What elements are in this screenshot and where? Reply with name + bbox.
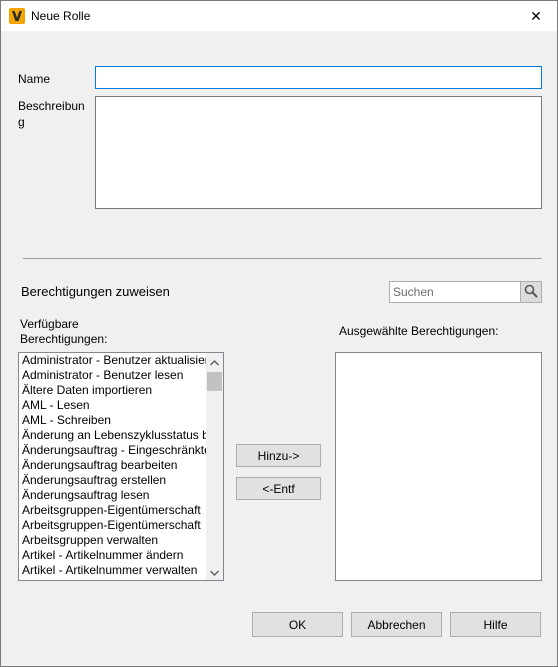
- search-input[interactable]: [390, 282, 520, 302]
- list-item[interactable]: Änderungsauftrag bearbeiten: [19, 458, 207, 473]
- magnifier-icon: [524, 284, 538, 301]
- description-textarea[interactable]: [95, 96, 542, 209]
- selected-permissions-label: Ausgewählte Berechtigungen:: [339, 324, 499, 338]
- list-item[interactable]: Ältere Daten importieren: [19, 383, 207, 398]
- window-title: Neue Rolle: [31, 9, 91, 23]
- cancel-button[interactable]: Abbrechen: [351, 612, 442, 637]
- scroll-down-button[interactable]: [206, 563, 223, 580]
- title-bar: Neue Rolle ✕: [1, 1, 557, 31]
- chevron-up-icon: [210, 355, 219, 369]
- scrollbar-thumb[interactable]: [207, 372, 222, 391]
- permissions-section-title: Berechtigungen zuweisen: [21, 284, 170, 299]
- chevron-down-icon: [210, 565, 219, 579]
- list-item[interactable]: Arbeitsgruppen-Eigentümerschaft: [19, 503, 207, 518]
- available-permissions-label: Verfügbare: [20, 317, 79, 331]
- close-icon: ✕: [530, 7, 542, 24]
- list-item[interactable]: Änderungsauftrag lesen: [19, 488, 207, 503]
- list-item[interactable]: Artikel - Artikelnummer ändern: [19, 548, 207, 563]
- vertical-scrollbar[interactable]: [206, 353, 223, 580]
- scroll-up-button[interactable]: [206, 353, 223, 370]
- add-permission-button[interactable]: Hinzu->: [236, 444, 321, 467]
- selected-permissions-list[interactable]: [335, 352, 542, 581]
- list-item[interactable]: Änderungsauftrag erstellen: [19, 473, 207, 488]
- list-item[interactable]: Administrator - Benutzer lesen: [19, 368, 207, 383]
- description-label: Beschreibun: [18, 99, 85, 113]
- remove-permission-button[interactable]: <-Entf: [236, 477, 321, 500]
- divider: [23, 258, 542, 259]
- name-input[interactable]: [95, 66, 542, 89]
- list-item[interactable]: Artikel - Artikelnummer verwalten: [19, 563, 207, 578]
- list-item[interactable]: AML - Lesen: [19, 398, 207, 413]
- ok-button[interactable]: OK: [252, 612, 343, 637]
- available-permissions-label-wrap: Berechtigungen:: [20, 332, 108, 346]
- list-item[interactable]: Änderungsauftrag - Eingeschränkte Bearbe…: [19, 443, 207, 458]
- list-item[interactable]: Änderung an Lebenszyklusstatus bearbeite…: [19, 428, 207, 443]
- search-button[interactable]: [520, 282, 541, 302]
- list-item[interactable]: Administrator - Benutzer aktualisieren: [19, 353, 207, 368]
- available-permissions-items: Administrator - Benutzer aktualisieren A…: [19, 353, 207, 580]
- new-role-dialog: Neue Rolle ✕ Name Beschreibun g Berechti…: [0, 0, 558, 667]
- help-button[interactable]: Hilfe: [450, 612, 541, 637]
- description-label-wrap: g: [18, 115, 25, 129]
- search-box: [389, 281, 542, 303]
- list-item[interactable]: Arbeitsgruppen-Eigentümerschaft: [19, 518, 207, 533]
- list-item[interactable]: AML - Schreiben: [19, 413, 207, 428]
- vault-logo-icon: [9, 8, 25, 24]
- list-item[interactable]: Arbeitsgruppen verwalten: [19, 533, 207, 548]
- available-permissions-list[interactable]: Administrator - Benutzer aktualisieren A…: [18, 352, 224, 581]
- close-button[interactable]: ✕: [521, 3, 551, 29]
- name-label: Name: [18, 72, 51, 86]
